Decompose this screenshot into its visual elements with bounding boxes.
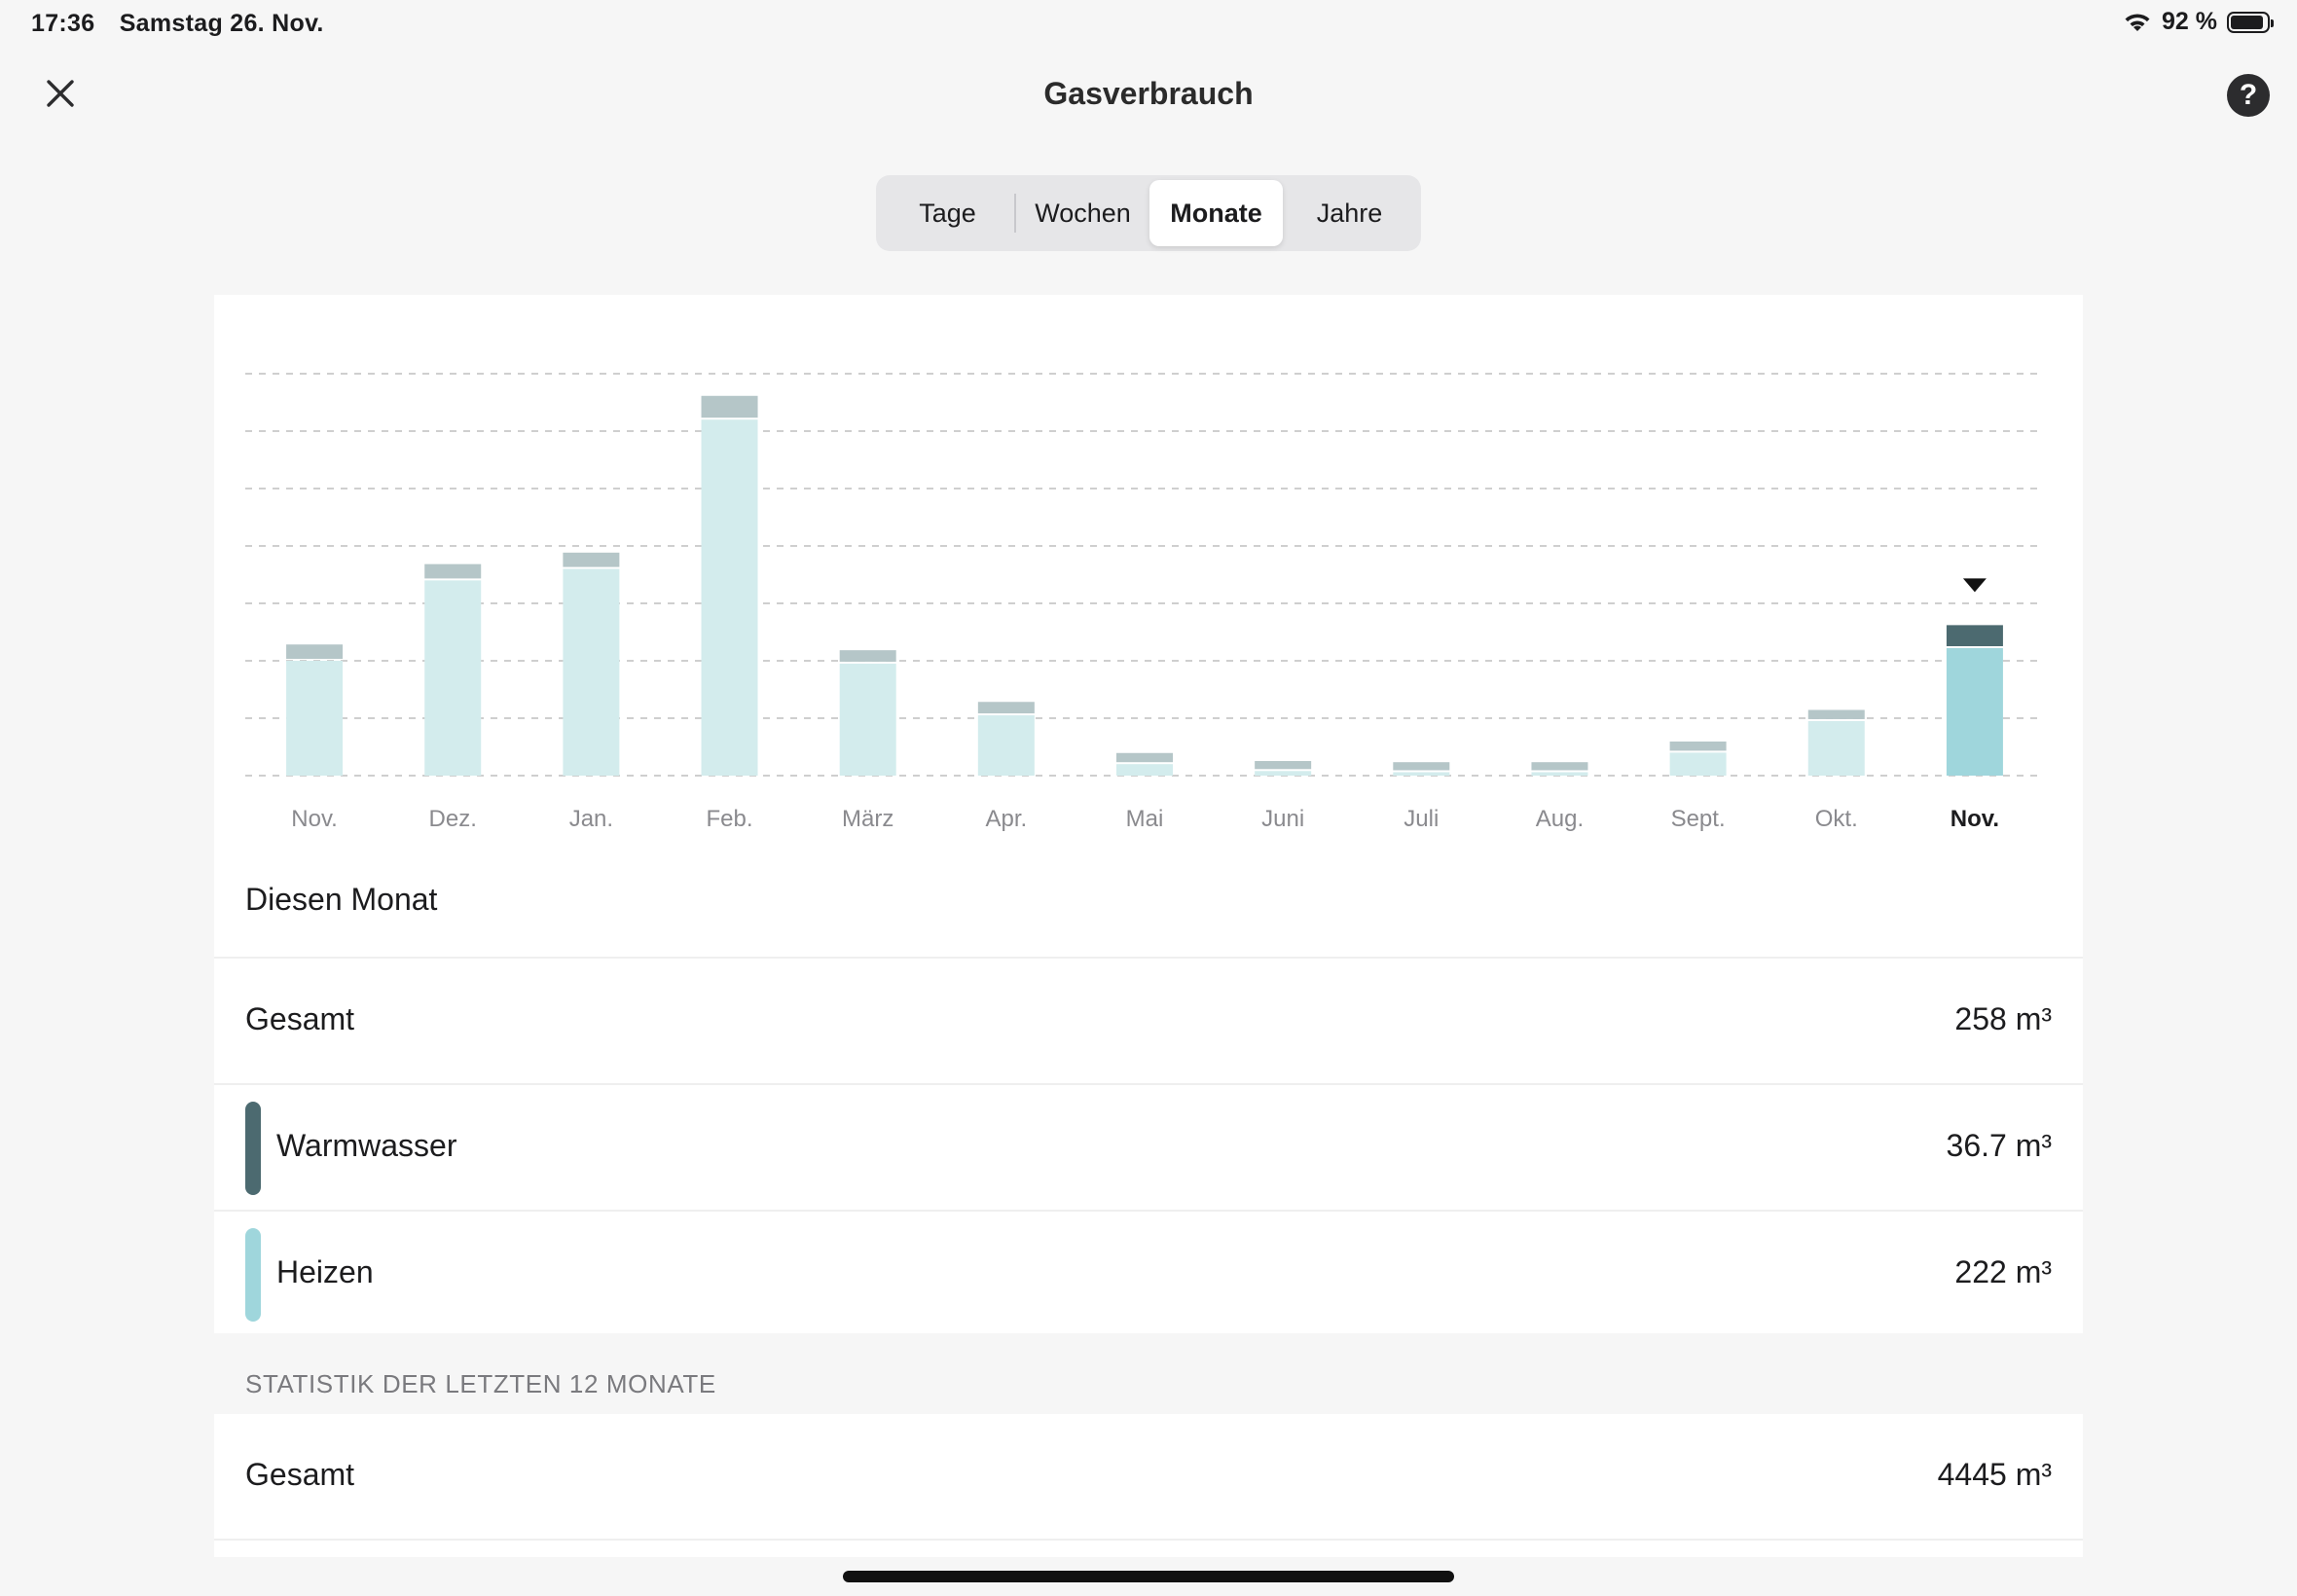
home-indicator[interactable]	[843, 1571, 1454, 1582]
chart-bar-0[interactable]	[286, 644, 344, 776]
x-tick-label: Nov.	[1951, 806, 1999, 832]
bar-heizen	[1531, 772, 1588, 776]
chart-bar-12[interactable]	[1946, 578, 2003, 776]
chart-bar-10[interactable]	[1669, 741, 1727, 776]
bar-warmwasser	[563, 552, 620, 567]
chart-bar-6[interactable]	[1116, 752, 1173, 776]
bar-heizen	[701, 419, 758, 776]
tab-tage[interactable]: Tage	[881, 180, 1014, 246]
row-heizen: Heizen 222 m³	[214, 1212, 2083, 1338]
tab-jahre[interactable]: Jahre	[1283, 180, 1416, 246]
warmwasser-label: Warmwasser	[276, 1128, 457, 1163]
bar-warmwasser	[1531, 762, 1588, 771]
chart-bar-4[interactable]	[839, 650, 896, 776]
status-right: 92 %	[2123, 8, 2274, 36]
x-tick-label: Aug.	[1536, 806, 1584, 832]
heizen-value: 222 m³	[1954, 1254, 2052, 1289]
status-date: Samstag 26. Nov.	[119, 10, 324, 37]
consumption-card: Nov. Dez. Jan. Feb. März Apr. Mai Juni Juli Aug. S…	[214, 295, 2083, 1333]
page-title: Gasverbrauch	[1043, 76, 1254, 111]
chart-bar-1[interactable]	[424, 563, 482, 776]
battery-icon	[2227, 11, 2274, 33]
x-tick-label: Mai	[1126, 806, 1164, 832]
row-warmwasser: Warmwasser 36.7 m³	[214, 1085, 2083, 1212]
total-12-months-label: Gesamt	[245, 1457, 355, 1492]
chart-bar-3[interactable]	[701, 395, 758, 776]
x-tick-label: Dez.	[429, 806, 477, 832]
bar-heizen	[1946, 648, 2003, 776]
tab-monate[interactable]: Monate	[1149, 180, 1283, 246]
battery-fill	[2231, 15, 2264, 29]
bar-heizen	[1393, 772, 1450, 776]
battery-percent: 92 %	[2162, 8, 2217, 35]
bar-heizen	[977, 715, 1035, 776]
x-tick-label: Juni	[1261, 806, 1304, 832]
total-month-label: Gesamt	[245, 1001, 355, 1036]
warmwasser-value: 36.7 m³	[1946, 1128, 2052, 1163]
tab-wochen[interactable]: Wochen	[1016, 180, 1149, 246]
bar-warmwasser	[424, 563, 482, 579]
bar-warmwasser	[1946, 625, 2003, 647]
period-segmented-control: Tage Wochen Monate Jahre	[876, 175, 1421, 251]
bar-heizen	[1255, 771, 1312, 776]
bar-heizen	[839, 663, 896, 776]
stats-header: STATISTIK DER LETZTEN 12 MONATE	[245, 1369, 716, 1398]
bar-heizen	[1669, 752, 1727, 776]
x-tick-label: März	[842, 806, 893, 832]
chart-bar-7[interactable]	[1255, 761, 1312, 776]
x-tick-label: Sept.	[1671, 806, 1726, 832]
x-tick-label: Nov.	[291, 806, 338, 832]
row-total-month: Gesamt 258 m³	[214, 959, 2083, 1085]
tab-wochen-label: Wochen	[1035, 198, 1131, 228]
x-tick-label: Okt.	[1815, 806, 1858, 832]
heizen-label: Heizen	[276, 1254, 374, 1289]
status-bar: 17:36 Samstag 26. Nov. 92 %	[0, 0, 2297, 49]
bar-warmwasser	[1116, 752, 1173, 763]
bar-warmwasser	[1807, 709, 1865, 719]
bar-warmwasser	[701, 395, 758, 418]
x-tick-label: Feb.	[707, 806, 753, 832]
chart-bar-8[interactable]	[1393, 762, 1450, 776]
total-12-months-value: 4445 m³	[1937, 1457, 2052, 1492]
stats-card: Gesamt 4445 m³	[214, 1414, 2083, 1557]
chart-bar-9[interactable]	[1531, 762, 1588, 776]
x-tick-label: Jan.	[569, 806, 613, 832]
heizen-swatch	[245, 1228, 261, 1322]
wifi-icon	[2125, 13, 2150, 31]
bar-warmwasser	[977, 702, 1035, 714]
tab-tage-label: Tage	[919, 198, 976, 228]
bar-heizen	[1807, 720, 1865, 776]
bar-heizen	[563, 568, 620, 776]
help-button[interactable]: ?	[2227, 74, 2270, 117]
row-divider	[214, 1539, 2083, 1541]
total-month-value: 258 m³	[1954, 1001, 2052, 1036]
x-tick-label: Juli	[1404, 806, 1439, 832]
bar-heizen	[424, 580, 482, 776]
monthly-bar-chart: Nov. Dez. Jan. Feb. März Apr. Mai Juni Juli Aug. S…	[245, 373, 2044, 832]
bar-heizen	[286, 661, 344, 776]
tab-monate-label: Monate	[1170, 198, 1262, 228]
this-month-title: Diesen Monat	[245, 882, 438, 917]
chart-bar-5[interactable]	[977, 702, 1035, 776]
bar-warmwasser	[1255, 761, 1312, 770]
bar-warmwasser	[286, 644, 344, 659]
bar-warmwasser	[839, 650, 896, 662]
status-time: 17:36	[31, 10, 95, 37]
bar-warmwasser	[1669, 741, 1727, 751]
x-tick-label: Apr.	[985, 806, 1027, 832]
bar-warmwasser	[1393, 762, 1450, 771]
chart-bar-11[interactable]	[1807, 709, 1865, 776]
tab-jahre-label: Jahre	[1316, 198, 1383, 228]
battery-cap	[2271, 18, 2274, 27]
bar-heizen	[1116, 764, 1173, 776]
warmwasser-swatch	[245, 1102, 261, 1195]
chart-bar-2[interactable]	[563, 552, 620, 776]
question-circle-icon: ?	[2239, 79, 2258, 111]
selected-bar-marker-icon	[1962, 578, 1987, 593]
status-left: 17:36 Samstag 26. Nov.	[31, 10, 342, 38]
row-total-12-months: Gesamt 4445 m³	[214, 1414, 2083, 1541]
